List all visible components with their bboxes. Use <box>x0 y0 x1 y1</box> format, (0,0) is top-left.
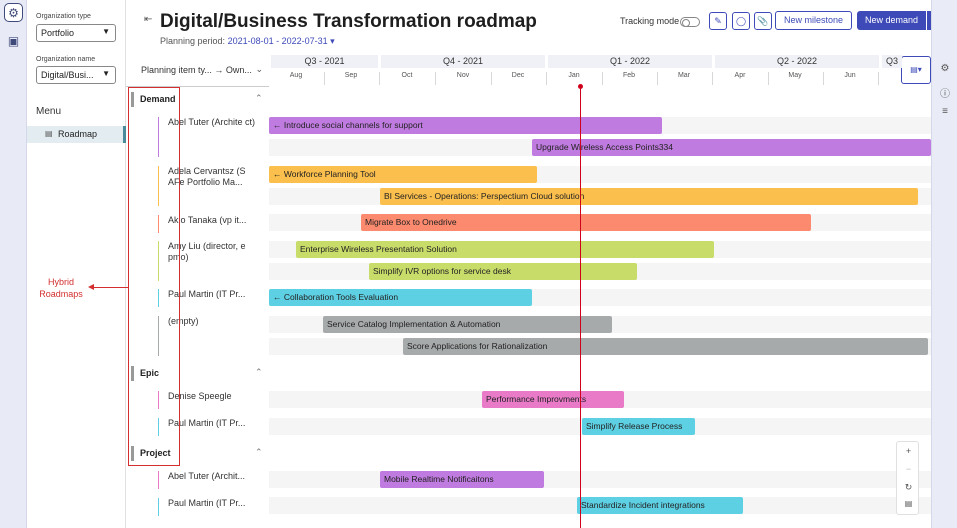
owner-row: Abel Tuter (Archit... <box>158 471 264 489</box>
menu-label: Menu <box>36 106 62 117</box>
left-panel: Organization type Portfolio ▼ Organizati… <box>27 0 126 528</box>
planning-period-value[interactable]: 2021-08-01 - 2022-07-31 <box>228 36 328 46</box>
comment-icon[interactable]: ◯ <box>732 12 750 30</box>
org-name-value: Digital/Busi... <box>41 70 94 80</box>
reset-icon[interactable]: ↻ <box>897 482 920 493</box>
month-label: Mar <box>677 72 691 79</box>
roadmap-bar[interactable]: Performance Improvments <box>482 391 624 408</box>
roadmap-bar[interactable]: Simplify Release Process <box>582 418 695 435</box>
hybrid-highlight-box <box>128 87 180 466</box>
org-name-label: Organization name <box>36 56 96 63</box>
month-divider <box>712 72 713 85</box>
month-divider <box>324 72 325 85</box>
month-divider <box>657 72 658 85</box>
collapse-chevron-icon[interactable]: ⌃ <box>255 367 263 378</box>
month-divider <box>435 72 436 85</box>
lane <box>269 471 931 488</box>
roadmap-icon: ▤ <box>45 129 53 138</box>
settings-icon[interactable]: ⚙ <box>932 63 957 74</box>
month-label: Dec <box>511 72 525 79</box>
page-title: Digital/Business Transformation roadmap <box>160 11 537 32</box>
fit-view-icon[interactable]: ▤ <box>897 499 920 508</box>
planning-item-column-header[interactable]: Planning item ty... → Own... ⌄ <box>126 55 269 87</box>
month-label: Oct <box>401 72 413 79</box>
month-label: Jun <box>844 72 856 79</box>
new-demand-button[interactable]: New demand <box>857 11 926 30</box>
tracking-mode-toggle[interactable] <box>680 17 700 27</box>
roadmap-bar[interactable]: BI Services - Operations: Perspectium Cl… <box>380 188 918 205</box>
annotation-label: Hybrid Roadmaps <box>39 277 83 299</box>
annotation-arrow <box>88 284 128 290</box>
month-divider <box>768 72 769 85</box>
month-label: Feb <box>622 72 636 79</box>
collapse-chevron-icon[interactable]: ⌃ <box>255 93 263 104</box>
roadmap-bar[interactable]: Mobile Realtime Notificaitons <box>380 471 544 488</box>
org-tree-icon[interactable]: ⚙ <box>4 3 23 22</box>
month-divider <box>491 72 492 85</box>
page-header: ⇤ Digital/Business Transformation roadma… <box>126 0 944 55</box>
chevron-down-icon[interactable]: ▾ <box>330 36 335 46</box>
zoom-in-icon[interactable]: + <box>897 446 920 456</box>
month-label: Sep <box>344 72 358 79</box>
org-type-value: Portfolio <box>41 28 75 38</box>
month-divider <box>823 72 824 85</box>
org-name-select[interactable]: Digital/Busi... ▼ <box>36 66 116 84</box>
roadmap-bar[interactable]: Service Catalog Implementation & Automat… <box>323 316 612 333</box>
roadmap-bar[interactable]: ← Workforce Planning Tool <box>269 166 537 183</box>
column-header-label: Planning item ty... → Own... <box>141 65 252 75</box>
quarter-label: Q2 - 2022 <box>715 55 879 68</box>
app-rail: ⚙ ▣ <box>0 0 27 528</box>
month-label: Apr <box>734 72 746 79</box>
planning-period-label: Planning period: <box>160 36 226 46</box>
card-icon[interactable]: ▣ <box>4 32 23 51</box>
list-icon[interactable]: ≡ <box>932 106 957 117</box>
sidebar-item-roadmap[interactable]: ▤ Roadmap <box>27 126 126 143</box>
roadmap-bar[interactable]: Standardize Incident integrations <box>577 497 743 514</box>
quarter-label: Q1 - 2022 <box>548 55 712 68</box>
sidebar-item-label: Roadmap <box>58 129 98 139</box>
right-sidebar: ⚙ ⓘ ≡ <box>931 0 957 528</box>
timeline-header: Q3 - 2021 Q4 - 2021 Q1 - 2022 Q2 - 2022 … <box>269 55 931 86</box>
owner-row: Paul Martin (IT Pr... <box>158 498 264 516</box>
quarter-label: Q3 <box>882 55 902 68</box>
collapse-chevron-icon[interactable]: ⌃ <box>255 447 263 458</box>
month-label: May <box>788 72 802 79</box>
edit-icon[interactable]: ✎ <box>709 12 727 30</box>
chevron-down-icon[interactable]: ⌄ <box>255 64 263 75</box>
month-divider <box>546 72 547 85</box>
roadmap-bar[interactable]: Upgrade Wireless Access Points334 <box>532 139 931 156</box>
month-divider <box>602 72 603 85</box>
month-label: Aug <box>289 72 303 79</box>
org-type-label: Organization type <box>36 13 91 20</box>
roadmap-bar[interactable]: Simplify IVR options for service desk <box>369 263 637 280</box>
roadmap-bar[interactable]: Enterprise Wireless Presentation Solutio… <box>296 241 714 258</box>
roadmap-bar[interactable]: Migrate Box to Onedrive <box>361 214 811 231</box>
tracking-mode-label: Tracking mode <box>620 16 680 26</box>
quarter-label: Q4 - 2021 <box>381 55 545 68</box>
roadmap-bar[interactable]: Score Applications for Rationalization <box>403 338 928 355</box>
new-milestone-button[interactable]: New milestone <box>775 11 852 30</box>
zoom-out-icon[interactable]: − <box>897 464 920 474</box>
org-type-select[interactable]: Portfolio ▼ <box>36 24 116 42</box>
attachment-icon[interactable]: 📎 <box>754 12 772 30</box>
dropdown-caret-icon: ▼ <box>102 27 110 36</box>
today-marker-line <box>580 86 581 528</box>
quarter-label: Q3 - 2021 <box>271 55 378 68</box>
roadmap-bar[interactable]: ← Collaboration Tools Evaluation <box>269 289 532 306</box>
month-divider <box>878 72 879 85</box>
planning-period: Planning period: 2021-08-01 - 2022-07-31… <box>160 36 335 47</box>
month-label: Nov <box>456 72 470 79</box>
month-divider <box>379 72 380 85</box>
zoom-controls: + − ↻ ▤ <box>896 441 919 515</box>
dropdown-caret-icon: ▼ <box>102 69 110 78</box>
collapse-icon[interactable]: ⇤ <box>144 14 152 25</box>
info-icon[interactable]: ⓘ <box>932 85 957 100</box>
month-label: Jan <box>568 72 580 79</box>
roadmap-bar[interactable]: ← Introduce social channels for support <box>269 117 662 134</box>
